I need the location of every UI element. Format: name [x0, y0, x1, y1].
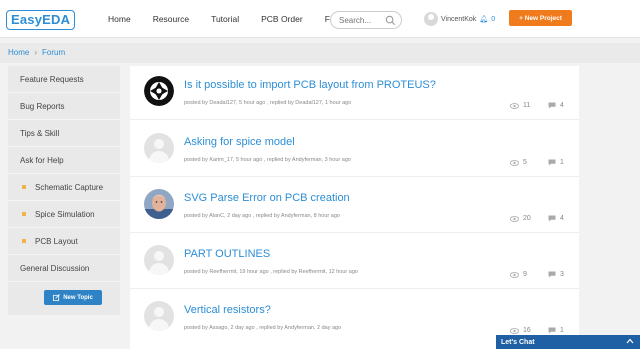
- logo-text: EasyEDA: [6, 10, 76, 30]
- topic-meta: posted by Assago, 2 day ago , replied by…: [184, 325, 342, 331]
- user-name: VincentKok: [441, 15, 477, 23]
- topic-title[interactable]: Is it possible to import PCB layout from…: [184, 79, 436, 91]
- chevron-up-icon[interactable]: [626, 338, 634, 344]
- view-count-value: 9: [523, 271, 527, 278]
- user-menu[interactable]: VincentKok 🔔︎ 0: [424, 10, 495, 28]
- breadcrumb-home[interactable]: Home: [8, 48, 29, 57]
- search-input[interactable]: [339, 12, 391, 28]
- sidebar-item-label: General Discussion: [20, 263, 90, 273]
- sidebar-item-label: Ask for Help: [20, 155, 64, 165]
- easyeda-logo[interactable]: EasyEDA: [6, 9, 76, 31]
- reply-count-value: 4: [560, 102, 564, 109]
- nav-resource[interactable]: Resource: [153, 14, 189, 24]
- nav-pcb-order[interactable]: PCB Order: [261, 14, 303, 24]
- reply-count: 4: [548, 215, 564, 222]
- avatar[interactable]: [144, 301, 174, 331]
- view-count: 9: [510, 271, 527, 278]
- sidebar-item-label: Schematic Capture: [35, 182, 104, 192]
- topic-title[interactable]: Vertical resistors?: [184, 304, 271, 316]
- chat-widget[interactable]: Let's Chat: [496, 335, 640, 349]
- topic-row: PART OUTLINES posted by Reefhermit, 19 h…: [130, 235, 579, 289]
- topic-row: Asking for spice model posted by Karim_1…: [130, 123, 579, 177]
- reply-count-value: 3: [560, 271, 564, 278]
- comment-icon: [548, 327, 556, 334]
- eye-icon: [510, 159, 519, 166]
- breadcrumb-forum[interactable]: Forum: [42, 48, 65, 57]
- chat-label: Let's Chat: [501, 338, 535, 346]
- topic-title[interactable]: PART OUTLINES: [184, 248, 270, 260]
- avatar[interactable]: [144, 189, 174, 219]
- sidebar-item-bug-reports[interactable]: Bug Reports: [8, 93, 120, 120]
- view-count: 20: [510, 215, 531, 222]
- breadcrumb-bar: Home › Forum: [0, 43, 640, 63]
- aperture-logo-icon: [144, 76, 174, 106]
- avatar[interactable]: [144, 76, 174, 106]
- forum-sidebar: Feature Requests Bug Reports Tips & Skil…: [8, 66, 120, 315]
- comment-icon: [548, 215, 556, 222]
- topic-meta: posted by Deadal127, 5 hour ago , replie…: [184, 100, 352, 106]
- sidebar-item-feature-requests[interactable]: Feature Requests: [8, 66, 120, 93]
- reply-count: 1: [548, 159, 564, 166]
- top-navbar: EasyEDA Home Resource Tutorial PCB Order…: [0, 0, 640, 38]
- reply-count: 3: [548, 271, 564, 278]
- topic-meta: posted by Reefhermit, 19 hour ago , repl…: [184, 269, 358, 275]
- folder-dot-icon: [22, 212, 26, 216]
- topic-title[interactable]: Asking for spice model: [184, 136, 295, 148]
- new-topic-button[interactable]: New Topic: [44, 290, 102, 305]
- sidebar-item-pcb-layout[interactable]: PCB Layout: [8, 228, 120, 255]
- view-count-value: 20: [523, 215, 531, 222]
- reply-count-value: 1: [560, 327, 564, 334]
- notification-count[interactable]: 0: [491, 16, 495, 23]
- nav-home[interactable]: Home: [108, 14, 131, 24]
- avatar[interactable]: [144, 245, 174, 275]
- sidebar-item-general-discussion[interactable]: General Discussion: [8, 255, 120, 282]
- sidebar-item-label: PCB Layout: [35, 236, 78, 246]
- avatar[interactable]: [144, 133, 174, 163]
- sidebar-item-label: Bug Reports: [20, 101, 65, 111]
- eye-icon: [510, 215, 519, 222]
- eye-icon: [510, 327, 519, 334]
- sidebar-item-label: Spice Simulation: [35, 209, 95, 219]
- user-avatar: [424, 12, 438, 26]
- sidebar-item-schematic-capture[interactable]: Schematic Capture: [8, 174, 120, 201]
- topic-row: SVG Parse Error on PCB creation posted b…: [130, 179, 579, 233]
- notification-bell-icon[interactable]: 🔔︎: [479, 15, 488, 23]
- reply-count: 1: [548, 327, 564, 334]
- chevron-right-icon: ›: [34, 48, 38, 57]
- nav-tutorial[interactable]: Tutorial: [211, 14, 239, 24]
- sidebar-item-label: Tips & Skill: [20, 128, 60, 138]
- folder-dot-icon: [22, 239, 26, 243]
- sidebar-item-ask-for-help[interactable]: Ask for Help: [8, 147, 120, 174]
- view-count-value: 5: [523, 159, 527, 166]
- edit-icon: [53, 294, 61, 301]
- user-photo-icon: [144, 189, 174, 219]
- eye-icon: [510, 102, 519, 109]
- comment-icon: [548, 159, 556, 166]
- sidebar-item-label: Feature Requests: [20, 74, 84, 84]
- search-icon[interactable]: [385, 15, 396, 26]
- topic-title[interactable]: SVG Parse Error on PCB creation: [184, 192, 350, 204]
- topic-meta: posted by Karim_17, 5 hour ago , replied…: [184, 157, 351, 163]
- view-count: 11: [510, 102, 530, 109]
- view-count-value: 16: [523, 327, 531, 334]
- sidebar-item-tips-skill[interactable]: Tips & Skill: [8, 120, 120, 147]
- view-count: 5: [510, 159, 527, 166]
- reply-count-value: 1: [560, 159, 564, 166]
- topic-list: Is it possible to import PCB layout from…: [130, 66, 579, 349]
- eye-icon: [510, 271, 519, 278]
- sidebar-item-spice-simulation[interactable]: Spice Simulation: [8, 201, 120, 228]
- view-count: 16: [510, 327, 531, 334]
- search-box: [330, 11, 402, 29]
- reply-count: 4: [548, 102, 564, 109]
- topic-row: Is it possible to import PCB layout from…: [130, 66, 579, 120]
- breadcrumb: Home › Forum: [8, 48, 65, 57]
- comment-icon: [548, 271, 556, 278]
- new-project-button[interactable]: + New Project: [509, 10, 572, 26]
- view-count-value: 11: [523, 102, 531, 109]
- reply-count-value: 4: [560, 215, 564, 222]
- folder-dot-icon: [22, 185, 26, 189]
- topic-meta: posted by AlanC, 2 day ago , replied by …: [184, 213, 340, 219]
- new-topic-label: New Topic: [63, 294, 93, 301]
- comment-icon: [548, 102, 556, 109]
